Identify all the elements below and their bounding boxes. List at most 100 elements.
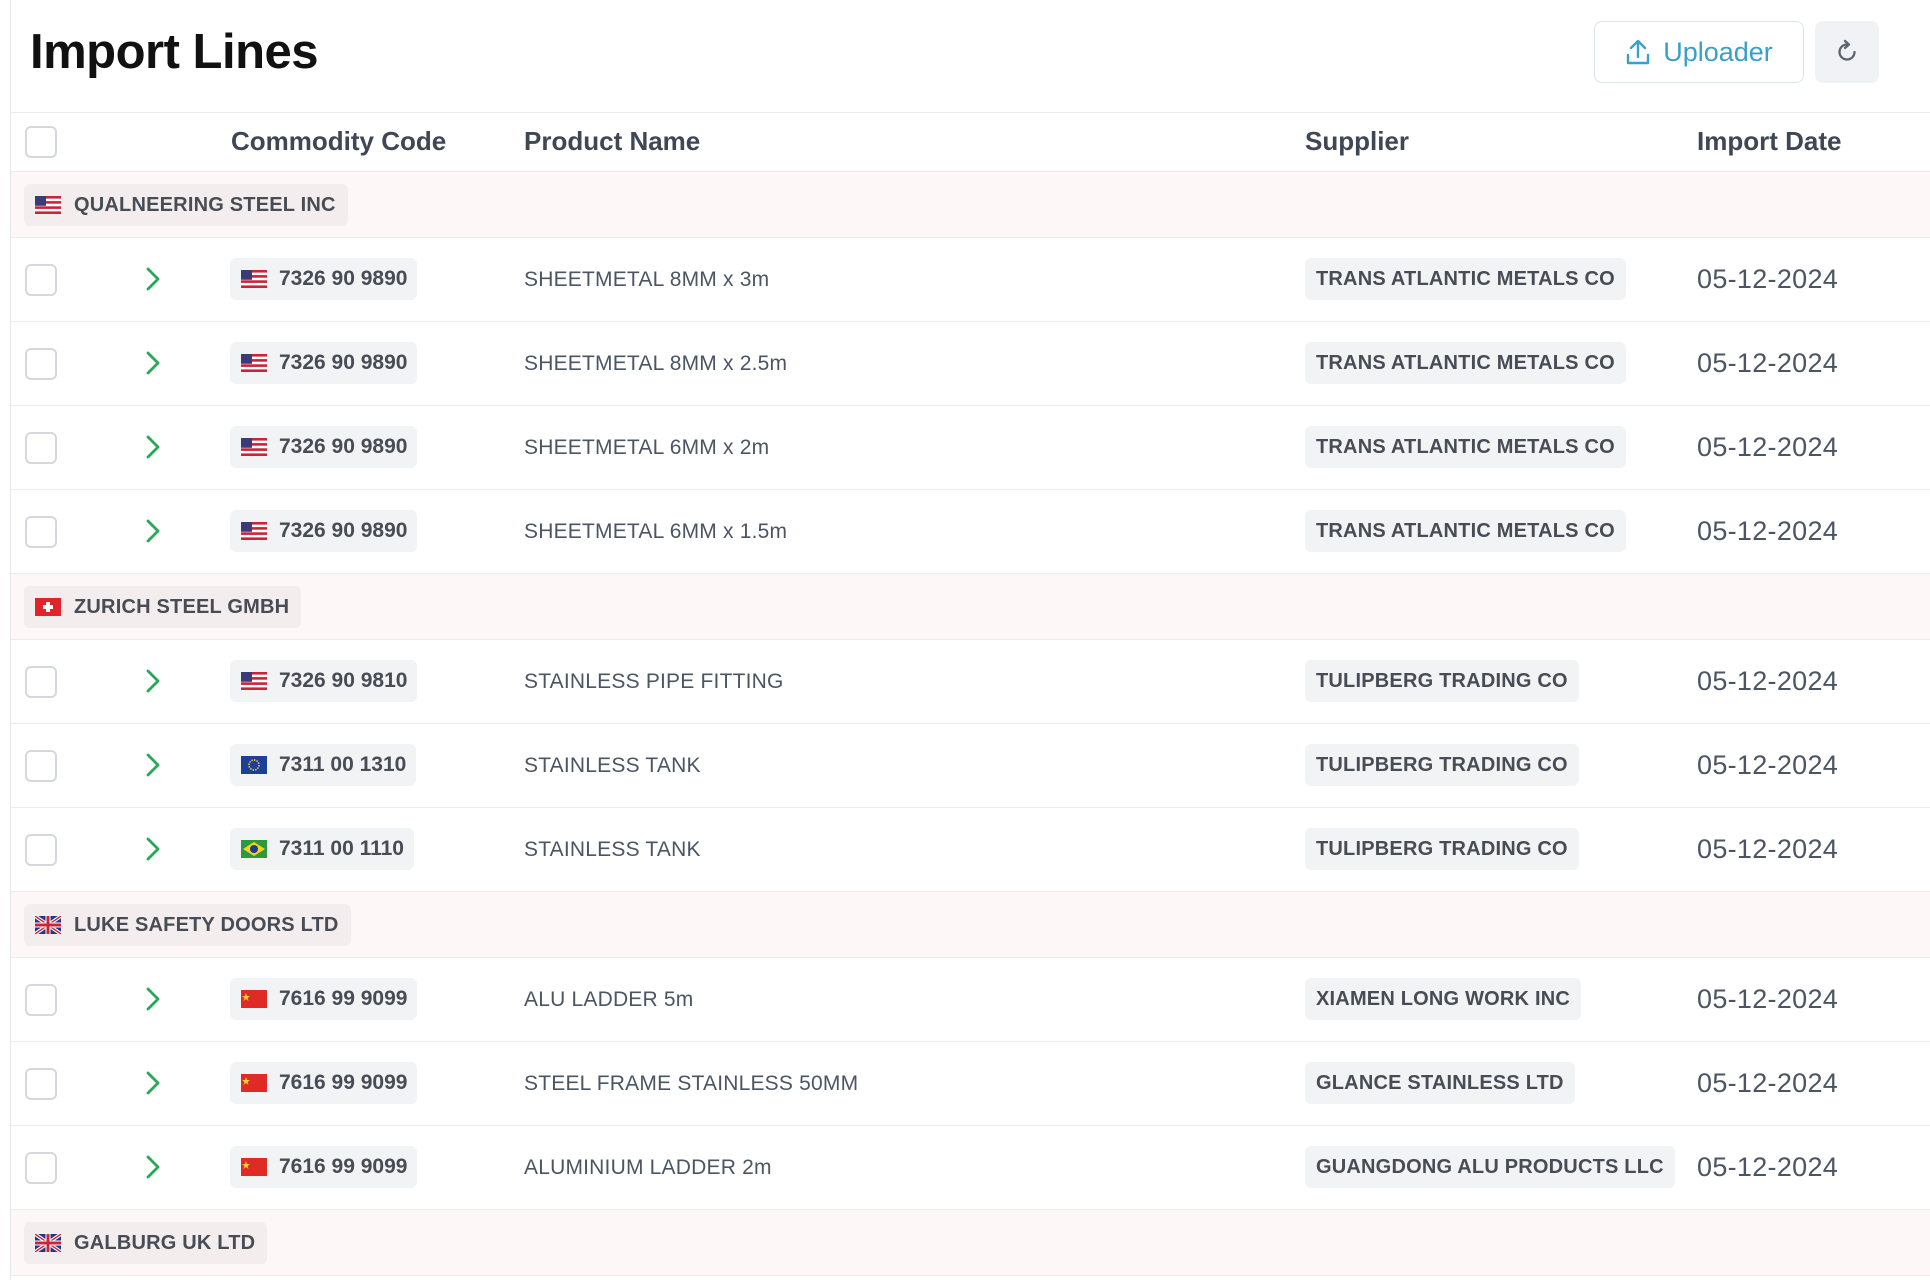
supplier-badge: TRANS ATLANTIC METALS CO (1305, 342, 1626, 384)
row-checkbox[interactable] (25, 264, 57, 296)
product-name: STEEL FRAME STAINLESS 50MM (524, 1072, 859, 1095)
row-checkbox[interactable] (25, 1152, 57, 1184)
group-row[interactable]: GALBURG UK LTD (11, 1210, 1930, 1276)
upload-icon (1627, 39, 1650, 65)
commodity-code-badge: 7326 90 9890 (230, 342, 418, 384)
column-header-commodity-code[interactable]: Commodity Code (231, 126, 446, 157)
uploader-button[interactable]: Uploader (1594, 21, 1804, 83)
commodity-code-badge: 7616 99 9099 (230, 978, 418, 1020)
chevron-right-icon[interactable] (142, 347, 164, 379)
table-row[interactable]: 7326 90 9890 SHEETMETAL 8MM x 2.5m TRANS A… (11, 322, 1930, 406)
commodity-code: 7616 99 9099 (279, 1155, 408, 1178)
chevron-right-icon[interactable] (142, 1067, 164, 1099)
row-checkbox[interactable] (25, 750, 57, 782)
row-checkbox[interactable] (25, 432, 57, 464)
chevron-right-icon[interactable] (142, 515, 164, 547)
table-row[interactable]: 7326 90 9890 SHEETMETAL 6MM x 2m TRANS ATL… (11, 406, 1930, 490)
row-checkbox[interactable] (25, 984, 57, 1016)
commodity-code: 7616 99 9099 (279, 987, 408, 1010)
commodity-code-badge: 7311 00 1310 (230, 744, 417, 786)
column-header-supplier[interactable]: Supplier (1305, 126, 1409, 157)
table-row[interactable]: 7616 99 9099 ALUMINIUM LADDER 2m GUANGDONG… (11, 1126, 1930, 1210)
commodity-code-badge: 7311 00 1110 (230, 828, 414, 870)
chevron-right-icon[interactable] (142, 983, 164, 1015)
group-row[interactable]: ZURICH STEEL GMBH (11, 574, 1930, 640)
row-checkbox[interactable] (25, 516, 57, 548)
import-date: 05-12-2024 (1697, 666, 1839, 696)
supplier-badge: GLANCE STAINLESS LTD (1305, 1062, 1575, 1104)
table-header: Commodity Code Product Name Supplier Imp… (11, 112, 1930, 172)
chevron-right-icon[interactable] (142, 1151, 164, 1183)
table-row[interactable]: 7616 99 9099 ALU LADDER 5m XIAMEN LONG WOR… (11, 958, 1930, 1042)
commodity-code: 7326 90 9810 (279, 669, 408, 692)
chevron-right-icon[interactable] (142, 263, 164, 295)
table-row[interactable]: 7616 99 9099 STEEL FRAME STAINLESS 50MM GL… (11, 1042, 1930, 1126)
group-name: QUALNEERING STEEL INC (74, 193, 336, 216)
import-date: 05-12-2024 (1697, 1068, 1839, 1098)
commodity-code: 7311 00 1110 (279, 837, 404, 860)
import-date: 05-12-2024 (1697, 264, 1839, 294)
product-name: SHEETMETAL 8MM x 3m (524, 268, 770, 291)
chevron-right-icon[interactable] (142, 665, 164, 697)
row-checkbox[interactable] (25, 834, 57, 866)
table-body: QUALNEERING STEEL INC 7326 90 9890 SHEETME… (11, 172, 1930, 1276)
chevron-right-icon[interactable] (142, 833, 164, 865)
product-name: SHEETMETAL 6MM x 1.5m (524, 520, 788, 543)
chevron-right-icon[interactable] (142, 431, 164, 463)
table-row[interactable]: 7326 90 9810 STAINLESS PIPE FITTING TULIPB… (11, 640, 1930, 724)
flag-us-icon (241, 354, 267, 372)
flag-us-icon (35, 196, 61, 214)
uploader-label: Uploader (1663, 36, 1773, 67)
commodity-code: 7326 90 9890 (279, 519, 408, 542)
product-name: ALU LADDER 5m (524, 988, 694, 1011)
select-all-checkbox[interactable] (25, 126, 57, 158)
table-row[interactable]: 7311 00 1110 STAINLESS TANK TULIPBERG TRAD… (11, 808, 1930, 892)
import-date: 05-12-2024 (1697, 834, 1839, 864)
row-checkbox[interactable] (25, 348, 57, 380)
group-badge[interactable]: GALBURG UK LTD (24, 1222, 268, 1264)
commodity-code-badge: 7326 90 9810 (230, 660, 418, 702)
flag-gb-icon (35, 916, 61, 934)
commodity-code: 7326 90 9890 (279, 351, 408, 374)
supplier-badge: XIAMEN LONG WORK INC (1305, 978, 1581, 1020)
flag-us-icon (241, 270, 267, 288)
page-title: Import Lines (30, 25, 319, 79)
table-row[interactable]: 7326 90 9890 SHEETMETAL 6MM x 1.5m TRANS A… (11, 490, 1930, 574)
import-date: 05-12-2024 (1697, 1152, 1839, 1182)
row-checkbox[interactable] (25, 1068, 57, 1100)
column-header-import-date[interactable]: Import Date (1697, 126, 1841, 157)
refresh-button[interactable] (1815, 21, 1879, 83)
supplier-badge: GUANGDONG ALU PRODUCTS LLC (1305, 1146, 1675, 1188)
flag-ch-icon (35, 598, 61, 616)
group-badge[interactable]: LUKE SAFETY DOORS LTD (24, 904, 351, 946)
import-date: 05-12-2024 (1697, 348, 1839, 378)
commodity-code-badge: 7616 99 9099 (230, 1146, 418, 1188)
product-name: STAINLESS TANK (524, 754, 701, 777)
supplier-badge: TRANS ATLANTIC METALS CO (1305, 258, 1626, 300)
table-row[interactable]: 7326 90 9890 SHEETMETAL 8MM x 3m TRANS ATL… (11, 238, 1930, 322)
flag-us-icon (241, 522, 267, 540)
product-name: STAINLESS TANK (524, 838, 701, 861)
row-checkbox[interactable] (25, 666, 57, 698)
chevron-right-icon[interactable] (142, 749, 164, 781)
commodity-code: 7326 90 9890 (279, 435, 408, 458)
column-header-product-name[interactable]: Product Name (524, 126, 700, 157)
product-name: SHEETMETAL 6MM x 2m (524, 436, 770, 459)
import-date: 05-12-2024 (1697, 750, 1839, 780)
group-badge[interactable]: QUALNEERING STEEL INC (24, 184, 348, 226)
commodity-code-badge: 7326 90 9890 (230, 258, 418, 300)
group-row[interactable]: LUKE SAFETY DOORS LTD (11, 892, 1930, 958)
product-name: SHEETMETAL 8MM x 2.5m (524, 352, 788, 375)
commodity-code: 7311 00 1310 (279, 753, 407, 776)
table-row[interactable]: 7311 00 1310 STAINLESS TANK TULIPBERG TRAD… (11, 724, 1930, 808)
product-name: ALUMINIUM LADDER 2m (524, 1156, 772, 1179)
group-badge[interactable]: ZURICH STEEL GMBH (24, 586, 302, 628)
supplier-badge: TULIPBERG TRADING CO (1305, 660, 1579, 702)
flag-cn-icon (241, 990, 267, 1008)
commodity-code-badge: 7326 90 9890 (230, 426, 418, 468)
supplier-badge: TRANS ATLANTIC METALS CO (1305, 510, 1626, 552)
flag-cn-icon (241, 1158, 267, 1176)
group-row[interactable]: QUALNEERING STEEL INC (11, 172, 1930, 238)
supplier-badge: TRANS ATLANTIC METALS CO (1305, 426, 1626, 468)
supplier-badge: TULIPBERG TRADING CO (1305, 744, 1579, 786)
